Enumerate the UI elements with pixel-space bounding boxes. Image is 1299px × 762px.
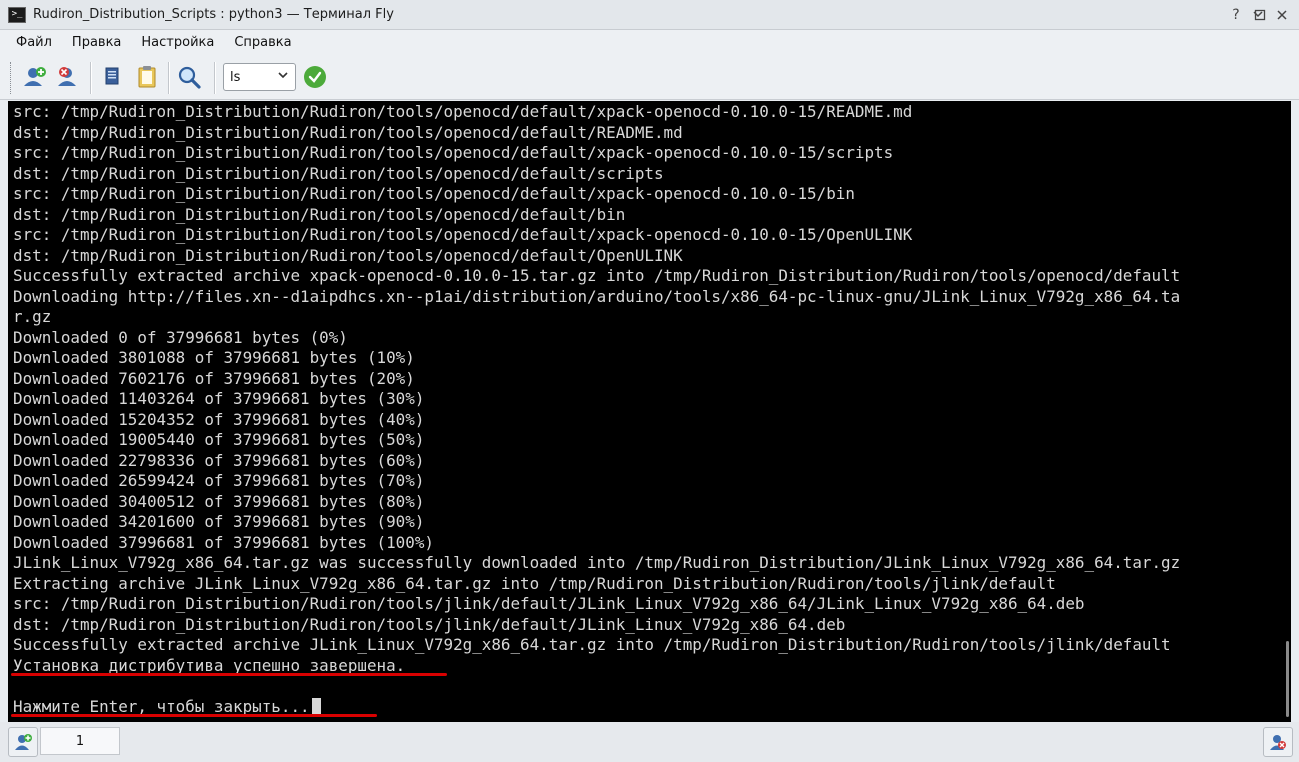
terminal-line: Extracting archive JLink_Linux_V792g_x86… [13,574,1180,595]
execute-command-button[interactable] [304,66,326,88]
close-session-button[interactable] [54,63,82,91]
terminal-line-text: Downloaded 7602176 of 37996681 bytes (20… [13,368,415,388]
terminal-line-text: dst: /tmp/Rudiron_Distribution/Rudiron/t… [13,163,664,183]
terminal-line-text: Downloaded 30400512 of 37996681 bytes (8… [13,491,425,511]
copy-icon [105,67,119,85]
terminal-scrollbar[interactable] [1286,101,1291,722]
terminal-view[interactable]: src: /tmp/Rudiron_Distribution/Rudiron/t… [8,101,1291,722]
close-tab-button[interactable] [1263,727,1293,757]
highlight-underline-success [11,673,447,676]
terminal-line: Downloaded 26599424 of 37996681 bytes (7… [13,471,1180,492]
terminal-line-text: Downloaded 0 of 37996681 bytes (0%) [13,327,348,347]
menu-file[interactable]: Файл [6,30,62,56]
terminal-line: Downloaded 11403264 of 37996681 bytes (3… [13,389,1180,410]
terminal-line: src: /tmp/Rudiron_Distribution/Rudiron/t… [13,184,1180,205]
close-window-icon[interactable] [1272,5,1292,25]
terminal-line: r.gz [13,307,1180,328]
terminal-line: Downloaded 19005440 of 37996681 bytes (5… [13,430,1180,451]
terminal-line-text: r.gz [13,307,52,326]
terminal-line-text: Downloading http://files.xn--d1aipdhcs.x… [13,286,1181,306]
maximize-icon[interactable] [1250,5,1270,25]
terminal-line: Downloaded 0 of 37996681 bytes (0%) [13,328,1180,349]
terminal-line-text: src: /tmp/Rudiron_Distribution/Rudiron/t… [13,102,913,121]
terminal-line-text: JLink_Linux_V792g_x86_64.tar.gz was succ… [13,553,1181,572]
terminal-line: dst: /tmp/Rudiron_Distribution/Rudiron/t… [13,164,1180,185]
terminal-line-text: Downloaded 15204352 of 37996681 bytes (4… [13,409,425,429]
terminal-line: Downloaded 15204352 of 37996681 bytes (4… [13,410,1180,431]
terminal-line-text: src: /tmp/Rudiron_Distribution/Rudiron/t… [13,594,1085,613]
terminal-line-text: Successfully extracted archive JLink_Lin… [13,635,1171,654]
terminal-line: src: /tmp/Rudiron_Distribution/Rudiron/t… [13,225,1180,246]
terminal-line-text: Downloaded 3801088 of 37996681 bytes (10… [13,348,415,367]
terminal-cursor [311,697,321,714]
command-combo-value: ls [230,70,241,85]
terminal-line: Successfully extracted archive JLink_Lin… [13,635,1180,656]
terminal-line: Downloaded 3801088 of 37996681 bytes (10… [13,348,1180,369]
terminal-line: src: /tmp/Rudiron_Distribution/Rudiron/t… [13,143,1180,164]
close-tab-icon [1270,735,1286,750]
terminal-line-text: Downloaded 34201600 of 37996681 bytes (9… [13,512,425,531]
terminal-line: Downloading http://files.xn--d1aipdhcs.x… [13,287,1180,308]
terminal-line-text: dst: /tmp/Rudiron_Distribution/Rudiron/t… [13,614,846,634]
terminal-line: Downloaded 7602176 of 37996681 bytes (20… [13,369,1180,390]
terminal-line-text: Extracting archive JLink_Linux_V792g_x86… [13,573,1056,593]
paste-button[interactable] [133,63,161,91]
terminal-output: src: /tmp/Rudiron_Distribution/Rudiron/t… [13,102,1180,717]
terminal-line-text: Downloaded 26599424 of 37996681 bytes (7… [13,471,425,490]
title-bar: >_ Rudiron_Distribution_Scripts : python… [0,0,1299,30]
toolbar [0,56,1299,100]
find-button[interactable] [175,63,203,91]
terminal-line-text: dst: /tmp/Rudiron_Distribution/Rudiron/t… [13,245,683,265]
toolbar-grip[interactable] [10,62,14,94]
terminal-line: dst: /tmp/Rudiron_Distribution/Rudiron/t… [13,205,1180,226]
terminal-line-text: src: /tmp/Rudiron_Distribution/Rudiron/t… [13,225,913,244]
terminal-line: dst: /tmp/Rudiron_Distribution/Rudiron/t… [13,615,1180,636]
copy-button[interactable] [98,63,126,91]
tab-bar: 1 [0,722,1299,762]
terminal-line: Successfully extracted archive xpack-ope… [13,266,1180,287]
find-icon [178,66,201,89]
new-tab-button[interactable] [8,727,38,757]
close-session-icon [58,67,76,86]
terminal-line: src: /tmp/Rudiron_Distribution/Rudiron/t… [13,594,1180,615]
terminal-line-text: Downloaded 22798336 of 37996681 bytes (6… [13,450,425,470]
new-session-button[interactable] [20,63,48,91]
new-session-icon [24,67,46,86]
command-combo[interactable]: ls [223,63,296,91]
terminal-line: Downloaded 34201600 of 37996681 bytes (9… [13,512,1180,533]
paste-icon [138,66,156,88]
terminal-line-text: src: /tmp/Rudiron_Distribution/Rudiron/t… [13,143,894,162]
terminal-line-text: Downloaded 19005440 of 37996681 bytes (5… [13,430,425,449]
confirm-icon [308,71,322,83]
terminal-line-text: Successfully extracted archive xpack-ope… [13,266,1181,285]
terminal-line-text: Установка дистрибутива успешно завершена… [13,655,406,675]
menu-edit[interactable]: Правка [62,30,131,56]
new-tab-icon [15,734,32,750]
terminal-line-text: dst: /tmp/Rudiron_Distribution/Rudiron/t… [13,122,683,142]
terminal-line: src: /tmp/Rudiron_Distribution/Rudiron/t… [13,102,1180,123]
terminal-line: dst: /tmp/Rudiron_Distribution/Rudiron/t… [13,246,1180,267]
window-title: Rudiron_Distribution_Scripts : python3 —… [33,7,394,22]
terminal-line: JLink_Linux_V792g_x86_64.tar.gz was succ… [13,553,1180,574]
menu-settings[interactable]: Настройка [131,30,224,56]
scrollbar-thumb[interactable] [1286,641,1289,717]
terminal-line-text: Нажмите Enter, чтобы закрыть... [13,696,310,716]
terminal-line-text: dst: /tmp/Rudiron_Distribution/Rudiron/t… [13,204,626,224]
terminal-line-text: Downloaded 11403264 of 37996681 bytes (3… [13,389,425,408]
terminal-line: Downloaded 22798336 of 37996681 bytes (6… [13,451,1180,472]
terminal-app-icon: >_ [8,6,26,23]
chevron-down-icon [277,69,289,84]
terminal-line: Downloaded 30400512 of 37996681 bytes (8… [13,492,1180,513]
terminal-line-text: Downloaded 37996681 of 37996681 bytes (1… [13,532,434,552]
terminal-line: Downloaded 37996681 of 37996681 bytes (1… [13,533,1180,554]
terminal-line: dst: /tmp/Rudiron_Distribution/Rudiron/t… [13,123,1180,144]
menu-bar: Файл Правка Настройка Справка [0,30,1299,56]
terminal-line-text: src: /tmp/Rudiron_Distribution/Rudiron/t… [13,184,855,203]
menu-help[interactable]: Справка [224,30,301,56]
highlight-underline-prompt [11,714,377,717]
session-tab[interactable]: 1 [40,727,120,755]
help-icon[interactable]: ? [1226,5,1246,25]
